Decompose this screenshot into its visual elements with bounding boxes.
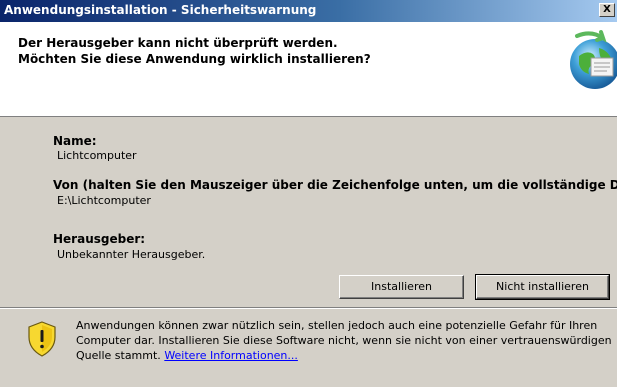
close-button[interactable]: X <box>599 3 615 17</box>
publisher-label: Herausgeber: <box>53 232 146 246</box>
dialog-header: Der Herausgeber kann nicht überprüft wer… <box>0 22 617 117</box>
install-button[interactable]: Installieren <box>339 275 464 299</box>
dont-install-button[interactable]: Nicht installieren <box>475 274 610 300</box>
footer-warning-text: Anwendungen können zwar nützlich sein, s… <box>76 318 614 363</box>
from-value[interactable]: E:\Lichtcomputer <box>57 194 151 207</box>
from-label: Von (halten Sie den Mauszeiger über die … <box>53 178 617 192</box>
header-warning-text: Der Herausgeber kann nicht überprüft wer… <box>18 36 338 50</box>
header-question-text: Möchten Sie diese Anwendung wirklich ins… <box>18 52 371 66</box>
warning-shield-icon <box>28 321 56 357</box>
window-title: Anwendungsinstallation - Sicherheitswarn… <box>4 3 317 17</box>
dialog-footer: Anwendungen können zwar nützlich sein, s… <box>0 309 617 387</box>
name-label: Name: <box>53 134 97 148</box>
publisher-value: Unbekannter Herausgeber. <box>57 248 206 261</box>
name-value: Lichtcomputer <box>57 149 137 162</box>
title-bar[interactable]: Anwendungsinstallation - Sicherheitswarn… <box>0 0 617 22</box>
footer-message: Anwendungen können zwar nützlich sein, s… <box>76 319 612 362</box>
security-warning-dialog: Anwendungsinstallation - Sicherheitswarn… <box>0 0 617 387</box>
details-panel: Name: Lichtcomputer Von (halten Sie den … <box>0 117 617 307</box>
more-info-link[interactable]: Weitere Informationen... <box>164 349 298 362</box>
application-install-globe-icon <box>570 30 617 89</box>
